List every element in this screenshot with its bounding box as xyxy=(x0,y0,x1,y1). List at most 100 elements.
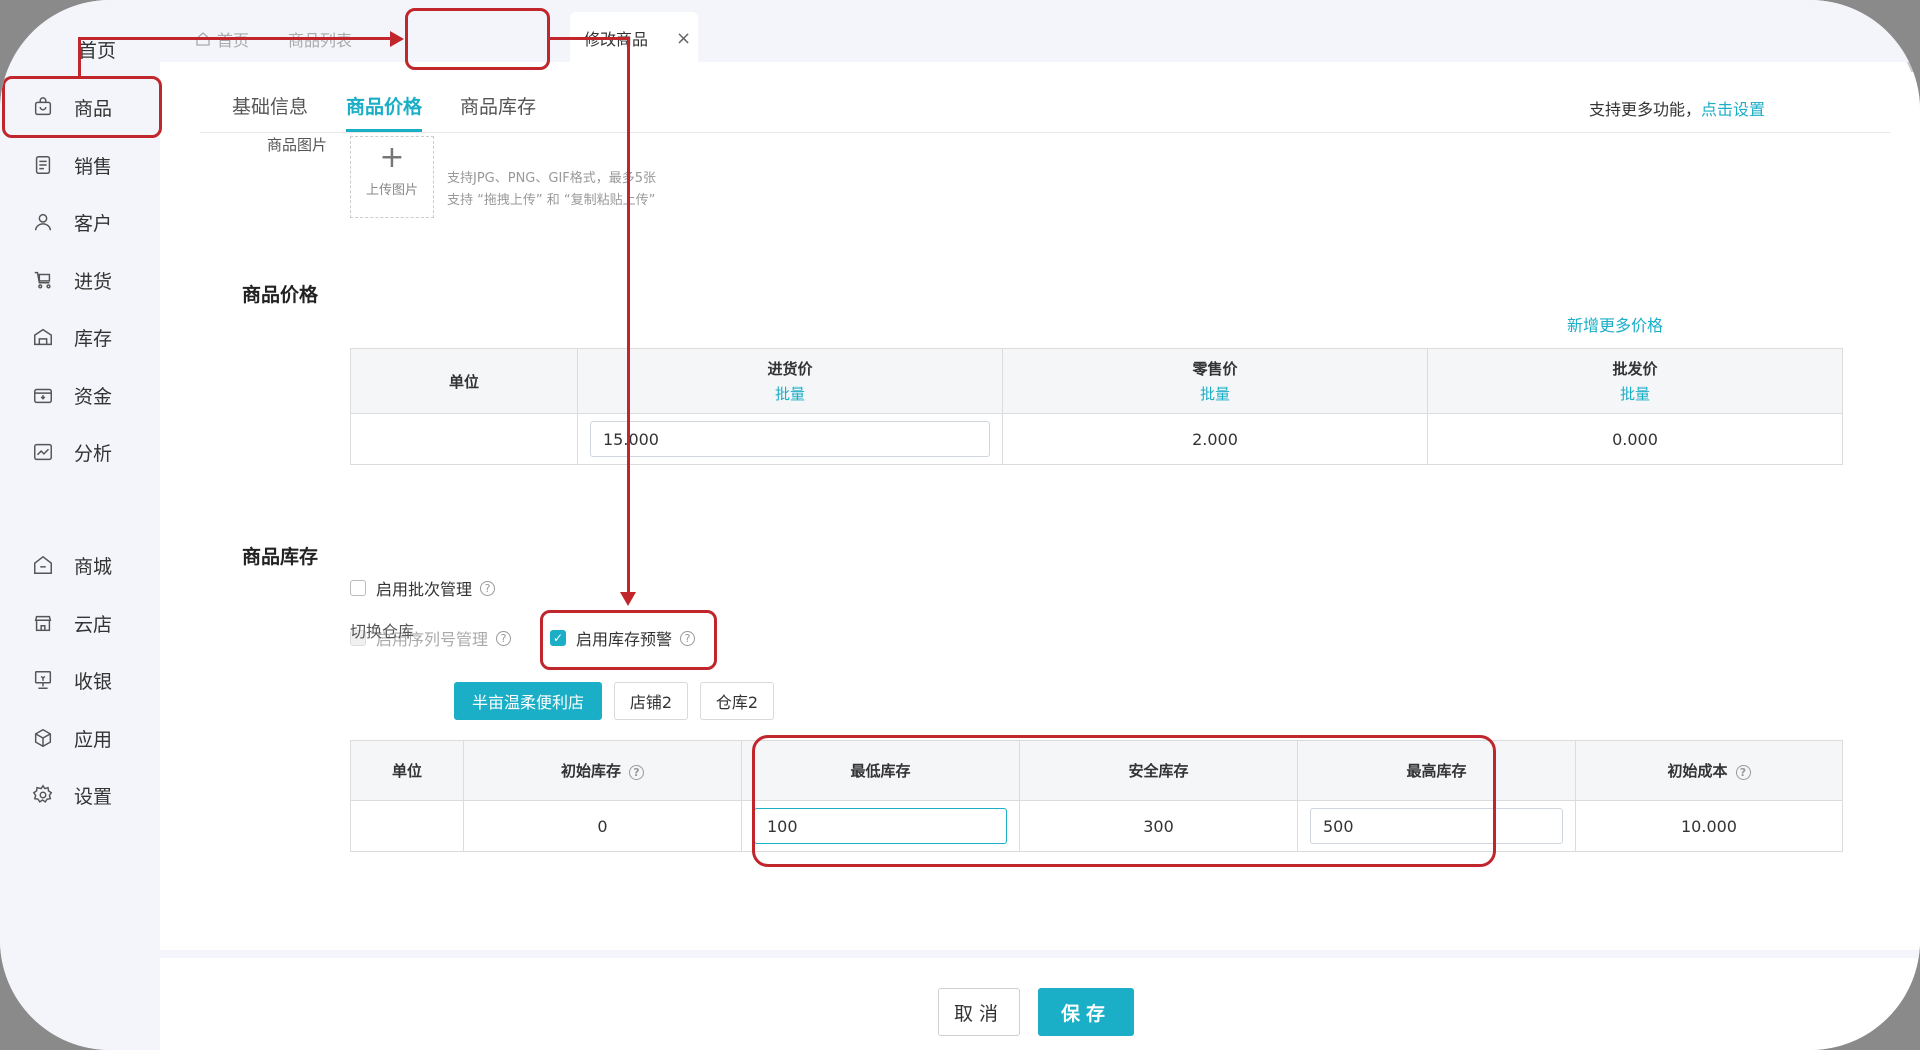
sub-tabs: 基础信息 商品价格 商品库存 xyxy=(232,92,574,132)
price-section-title: 商品价格 xyxy=(242,284,319,306)
support-label: 支持更多功能， xyxy=(1588,100,1701,119)
checkbox[interactable] xyxy=(350,580,366,596)
app-window: 首页 商品 销售 客户 进货 库存 资金 分析 商城 云店 收银 应用 设置 首… xyxy=(0,0,1920,1050)
cancel-button[interactable]: 取消 xyxy=(938,988,1020,1036)
batch-retail-link[interactable]: 批量 xyxy=(1004,383,1426,404)
receipt-icon xyxy=(32,154,54,176)
cell-retail-price[interactable]: 2.000 xyxy=(1002,413,1428,465)
purchase-header-label: 进货价 xyxy=(767,360,813,378)
save-button[interactable]: 保存 xyxy=(1038,988,1134,1036)
sidebar-item-purchase[interactable]: 进货 xyxy=(32,265,112,295)
warehouse-button-1[interactable]: 半亩温柔便利店 xyxy=(454,682,602,720)
sidebar-item-label: 分析 xyxy=(74,442,113,465)
sidebar-item-settings[interactable]: 设置 xyxy=(32,780,112,810)
enable-batch-checkbox[interactable]: 启用批次管理 ? xyxy=(350,576,496,600)
close-icon[interactable]: × xyxy=(676,28,691,49)
tab-basic-info[interactable]: 基础信息 xyxy=(232,92,308,132)
initial-cost-header-label: 初始成本 xyxy=(1667,762,1728,780)
col-initial-stock: 初始库存? xyxy=(463,740,742,801)
cart-icon xyxy=(32,269,54,291)
divider xyxy=(200,132,1890,133)
user-icon xyxy=(32,211,54,233)
enable-batch-label: 启用批次管理 xyxy=(376,580,473,599)
cell-unit xyxy=(350,800,464,852)
price-table: 单位 进货价 批量 零售价 批量 批发价 批量 15.000 2.000 0.0… xyxy=(350,348,1843,465)
upload-hint-format: 支持JPG、PNG、GIF格式，最多5张 xyxy=(447,171,657,186)
sidebar-item-label: 资金 xyxy=(74,385,113,408)
sidebar-item-sales[interactable]: 销售 xyxy=(32,150,112,180)
col-initial-cost: 初始成本? xyxy=(1575,740,1843,801)
warehouse-button-2[interactable]: 店铺2 xyxy=(614,682,688,720)
arrow-head-icon xyxy=(390,31,404,47)
col-purchase-price: 进货价 批量 xyxy=(577,348,1003,414)
warehouse-icon xyxy=(32,326,54,348)
annotation-line xyxy=(78,37,390,40)
cashier-icon xyxy=(32,669,54,691)
sidebar-item-customers[interactable]: 客户 xyxy=(32,207,112,237)
wallet-icon xyxy=(32,384,54,406)
sidebar: 首页 商品 销售 客户 进货 库存 资金 分析 商城 云店 收银 应用 设置 xyxy=(0,0,160,1050)
gear-icon xyxy=(32,784,54,806)
upload-image-button[interactable]: + 上传图片 xyxy=(350,136,434,218)
retail-header-label: 零售价 xyxy=(1192,360,1238,378)
arrow-head-icon xyxy=(620,592,636,606)
cell-unit xyxy=(350,413,578,465)
settings-link[interactable]: 点击设置 xyxy=(1701,100,1765,119)
sidebar-item-apps[interactable]: 应用 xyxy=(32,723,112,753)
sidebar-item-funds[interactable]: 资金 xyxy=(32,380,112,410)
annotation-line xyxy=(627,37,630,593)
stock-section-title: 商品库存 xyxy=(242,546,319,568)
add-more-price-link[interactable]: 新增更多价格 xyxy=(1567,312,1663,336)
footer-bar: 取消 保存 xyxy=(160,950,1920,1050)
chart-icon xyxy=(32,441,54,463)
cube-icon xyxy=(32,727,54,749)
cell-initial-cost[interactable]: 10.000 xyxy=(1575,800,1843,852)
upload-label: 上传图片 xyxy=(365,183,418,198)
cell-purchase-price: 15.000 xyxy=(577,413,1003,465)
col-unit: 单位 xyxy=(350,348,578,414)
sidebar-item-label: 进货 xyxy=(74,270,113,293)
cell-initial-stock[interactable]: 0 xyxy=(463,800,742,852)
sidebar-home-label[interactable]: 首页 xyxy=(78,36,116,63)
tab-goods-stock[interactable]: 商品库存 xyxy=(460,92,536,132)
support-text: 支持更多功能，点击设置 xyxy=(1589,96,1765,120)
cloud-store-icon xyxy=(32,612,54,634)
sidebar-item-cloud-store[interactable]: 云店 xyxy=(32,608,112,638)
cell-wholesale-price[interactable]: 0.000 xyxy=(1427,413,1843,465)
table-header-row: 单位 进货价 批量 零售价 批量 批发价 批量 xyxy=(350,348,1843,414)
sidebar-item-cashier[interactable]: 收银 xyxy=(32,665,112,695)
sidebar-item-label: 云店 xyxy=(74,613,113,636)
wholesale-header-label: 批发价 xyxy=(1612,360,1658,378)
annotation-box-stock-alert xyxy=(540,610,717,670)
annotation-line xyxy=(550,37,630,40)
sidebar-item-label: 客户 xyxy=(74,212,113,235)
sidebar-item-analysis[interactable]: 分析 xyxy=(32,437,112,467)
switch-warehouse-label: 切换仓库 xyxy=(350,622,415,641)
batch-purchase-link[interactable]: 批量 xyxy=(579,383,1001,404)
goods-image-label: 商品图片 xyxy=(267,136,328,154)
purchase-price-input[interactable]: 15.000 xyxy=(590,421,990,457)
initial-stock-header-label: 初始库存 xyxy=(560,762,621,780)
warehouse-button-3[interactable]: 仓库2 xyxy=(700,682,774,720)
annotation-box-edit-tab xyxy=(405,8,550,70)
col-unit: 单位 xyxy=(350,740,464,801)
upload-hint-drag: 支持 “拖拽上传” 和 “复制粘贴上传” xyxy=(447,193,656,208)
annotation-line xyxy=(78,37,81,77)
help-icon[interactable]: ? xyxy=(629,765,644,780)
table-row: 15.000 2.000 0.000 xyxy=(350,413,1843,465)
help-icon[interactable]: ? xyxy=(480,580,496,596)
sidebar-item-label: 收银 xyxy=(74,670,113,693)
help-icon[interactable]: ? xyxy=(1735,765,1751,780)
batch-wholesale-link[interactable]: 批量 xyxy=(1429,383,1841,404)
plus-icon: + xyxy=(379,140,405,175)
sidebar-item-label: 商城 xyxy=(74,555,113,578)
help-icon[interactable]: ? xyxy=(496,630,512,646)
col-wholesale-price: 批发价 批量 xyxy=(1427,348,1843,414)
store-icon xyxy=(32,554,54,576)
sidebar-item-inventory[interactable]: 库存 xyxy=(32,322,112,352)
sidebar-item-label: 设置 xyxy=(74,785,113,808)
tab-goods-price[interactable]: 商品价格 xyxy=(346,92,423,132)
sidebar-item-label: 应用 xyxy=(74,728,113,751)
annotation-box-stock-limits xyxy=(752,735,1496,867)
sidebar-item-mall[interactable]: 商城 xyxy=(32,550,112,580)
